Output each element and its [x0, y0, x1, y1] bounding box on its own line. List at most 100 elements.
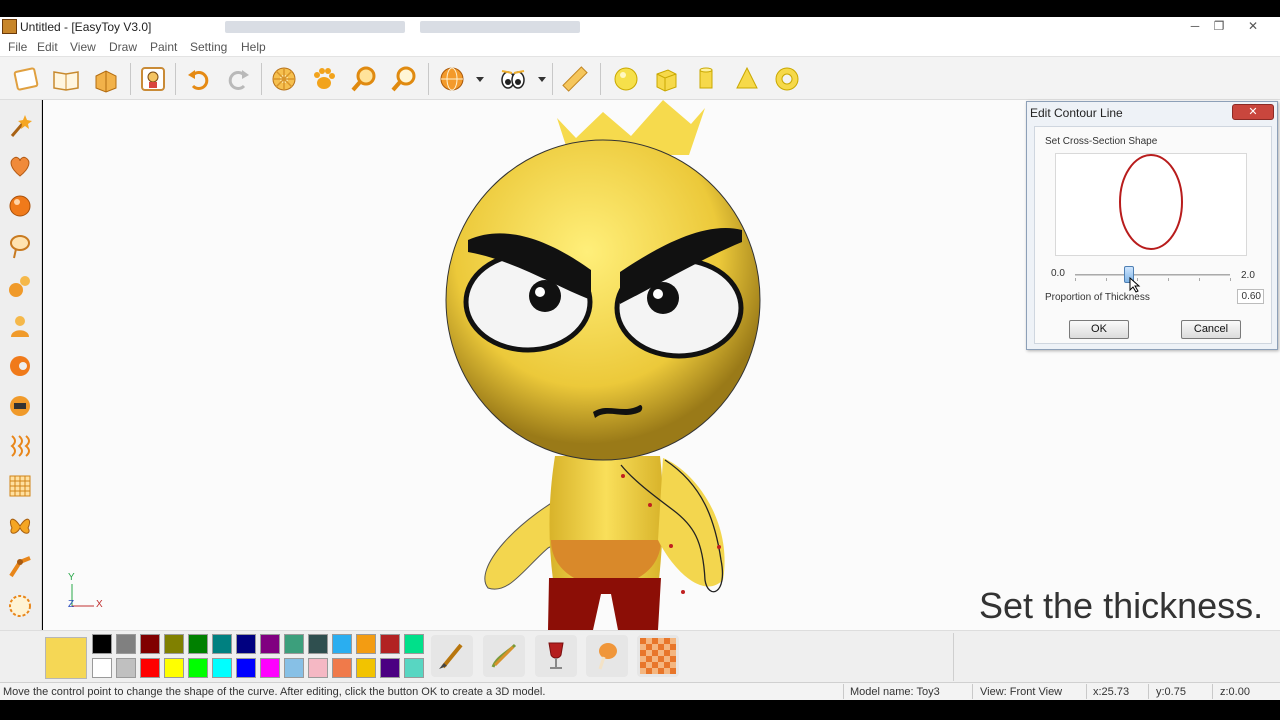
paw-stamp-icon[interactable]	[308, 63, 340, 95]
thickness-value-input[interactable]: 0.60	[1237, 289, 1264, 304]
cancel-button[interactable]: Cancel	[1181, 320, 1241, 339]
cube-icon[interactable]	[650, 63, 682, 95]
magic-wand-icon[interactable]	[4, 110, 36, 142]
flower-stamp-icon[interactable]	[268, 63, 300, 95]
color-swatch[interactable]	[332, 634, 352, 654]
thickness-slider-track[interactable]	[1075, 274, 1230, 276]
ruler-icon[interactable]	[559, 63, 591, 95]
color-swatch[interactable]	[332, 658, 352, 678]
menu-setting[interactable]: Setting	[190, 40, 227, 54]
cylinder-icon[interactable]	[690, 63, 722, 95]
toolbar-separator	[130, 63, 131, 95]
butterfly-icon[interactable]	[4, 510, 36, 542]
close-button[interactable]: ✕	[1244, 18, 1262, 34]
drumstick-icon[interactable]	[586, 635, 628, 677]
color-swatch[interactable]	[260, 634, 280, 654]
color-swatch[interactable]	[236, 658, 256, 678]
heart-balloon-icon[interactable]	[4, 150, 36, 182]
grid-icon[interactable]	[4, 470, 36, 502]
checker-icon[interactable]	[637, 635, 679, 677]
menu-draw[interactable]: Draw	[109, 40, 137, 54]
open-box-icon[interactable]	[90, 63, 122, 95]
app-logo-icon	[2, 19, 17, 34]
z-axis-label: Z	[68, 599, 75, 610]
color-swatch[interactable]	[164, 658, 184, 678]
tutorial-caption: Set the thickness.	[979, 585, 1264, 626]
color-swatch[interactable]	[188, 634, 208, 654]
eyes-dropdown-icon[interactable]	[538, 77, 546, 82]
person-icon[interactable]	[4, 310, 36, 342]
toolbar-separator	[428, 63, 429, 95]
slider-min-label: 0.0	[1051, 268, 1065, 279]
blurred-tab	[420, 21, 580, 33]
joint-icon[interactable]	[4, 270, 36, 302]
new-file-icon[interactable]	[10, 63, 42, 95]
bend-icon[interactable]	[4, 550, 36, 582]
contour-icon[interactable]	[4, 590, 36, 622]
status-z-coord: z:0.00	[1220, 686, 1250, 698]
status-model-name: Model name: Toy3	[850, 686, 940, 698]
main-toolbar	[0, 57, 1280, 100]
menu-help[interactable]: Help	[241, 40, 266, 54]
minimize-button[interactable]: ─	[1186, 18, 1204, 34]
globe-view-icon[interactable]	[436, 63, 468, 95]
color-swatch[interactable]	[236, 634, 256, 654]
ok-button[interactable]: OK	[1069, 320, 1129, 339]
blurred-tab	[225, 21, 405, 33]
brush-icon[interactable]	[431, 635, 473, 677]
open-book-icon[interactable]	[50, 63, 82, 95]
color-swatch[interactable]	[92, 634, 112, 654]
maximize-button[interactable]: ❐	[1210, 18, 1228, 34]
menu-paint[interactable]: Paint	[150, 40, 177, 54]
color-swatch[interactable]	[380, 658, 400, 678]
color-swatch[interactable]	[308, 658, 328, 678]
color-swatch[interactable]	[212, 658, 232, 678]
lasso-icon[interactable]	[4, 230, 36, 262]
loop-icon[interactable]	[4, 350, 36, 382]
color-swatch[interactable]	[116, 634, 136, 654]
current-color-swatch[interactable]	[45, 637, 87, 679]
color-swatch[interactable]	[404, 658, 424, 678]
color-swatch[interactable]	[260, 658, 280, 678]
menu-edit[interactable]: Edit	[37, 40, 58, 54]
cross-section-preview[interactable]	[1055, 153, 1247, 256]
shorts	[548, 578, 661, 630]
dialog-close-button[interactable]: ✕	[1232, 104, 1274, 120]
menu-file[interactable]: File	[8, 40, 27, 54]
color-swatch[interactable]	[284, 634, 304, 654]
color-swatch[interactable]	[140, 634, 160, 654]
color-swatch[interactable]	[92, 658, 112, 678]
cone-icon[interactable]	[731, 63, 763, 95]
pen-icon[interactable]	[483, 635, 525, 677]
redo-icon[interactable]	[222, 63, 254, 95]
color-swatch[interactable]	[380, 634, 400, 654]
color-swatch[interactable]	[188, 658, 208, 678]
color-swatch[interactable]	[308, 634, 328, 654]
color-swatch[interactable]	[116, 658, 136, 678]
sphere-icon[interactable]	[610, 63, 642, 95]
menu-view[interactable]: View	[70, 40, 96, 54]
color-swatch[interactable]	[356, 634, 376, 654]
globe-view-dropdown-icon[interactable]	[476, 77, 484, 82]
wine-glass-icon[interactable]	[535, 635, 577, 677]
status-y-coord: y:0.75	[1156, 686, 1186, 698]
color-swatch[interactable]	[404, 634, 424, 654]
color-swatch[interactable]	[284, 658, 304, 678]
bolt-icon[interactable]	[4, 390, 36, 422]
color-swatch[interactable]	[164, 634, 184, 654]
undo-icon[interactable]	[183, 63, 215, 95]
zoom-out-icon[interactable]	[388, 63, 420, 95]
eyes-icon[interactable]	[497, 63, 529, 95]
dialog-title: Edit Contour Line	[1030, 106, 1123, 120]
spring-icon[interactable]	[4, 430, 36, 462]
color-swatch[interactable]	[212, 634, 232, 654]
character-icon[interactable]	[137, 63, 169, 95]
sphere-tool-icon[interactable]	[4, 190, 36, 222]
color-swatch[interactable]	[356, 658, 376, 678]
edit-contour-dialog: Edit Contour Line ✕ Set Cross-Section Sh…	[1026, 101, 1278, 350]
zoom-in-icon[interactable]	[348, 63, 380, 95]
color-swatch[interactable]	[140, 658, 160, 678]
window-title: Untitled - [EasyToy V3.0]	[20, 20, 152, 34]
torus-icon[interactable]	[771, 63, 803, 95]
left-pupil	[529, 280, 561, 312]
